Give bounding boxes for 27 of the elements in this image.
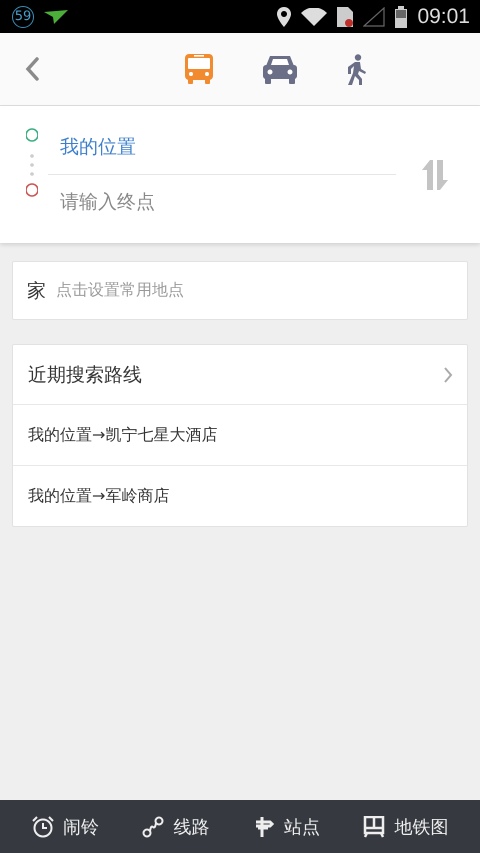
destination-input[interactable]: 请输入终点 xyxy=(60,189,388,215)
section-title: 近期搜索路线 xyxy=(28,362,142,388)
clock-time: 09:01 xyxy=(417,4,470,28)
location-icon xyxy=(277,6,292,26)
bus-icon xyxy=(182,54,214,84)
bottom-nav-tab[interactable]: 站点 xyxy=(246,810,326,842)
paper-plane-icon xyxy=(44,10,68,24)
wifi-icon xyxy=(301,8,328,26)
chevron-right-icon xyxy=(443,366,453,384)
route-line-icon xyxy=(142,816,164,838)
bottom-nav-tab[interactable]: 闹铃 xyxy=(26,810,105,842)
recent-routes-header[interactable]: 近期搜索路线 xyxy=(13,345,467,405)
bottom-nav-tab[interactable]: 地铁图 xyxy=(357,810,454,842)
train-icon xyxy=(363,816,386,838)
home-hint: 点击设置常用地点 xyxy=(56,280,184,301)
alarm-clock-icon xyxy=(32,816,54,838)
swap-button[interactable] xyxy=(422,160,448,190)
car-icon xyxy=(262,54,296,84)
sim-card-icon xyxy=(337,6,354,26)
battery-icon xyxy=(395,6,408,28)
recent-route-item[interactable]: 我的位置→凯宁七星大酒店 xyxy=(13,405,467,466)
bottom-nav-tab[interactable]: 线路 xyxy=(136,810,216,842)
home-shortcut[interactable]: 家 点击设置常用地点 xyxy=(12,261,468,320)
signal-icon xyxy=(363,6,386,26)
recent-route-item[interactable]: 我的位置→军岭商店 xyxy=(13,466,467,526)
home-label: 家 xyxy=(27,278,46,304)
notification-count: 59 xyxy=(12,6,34,28)
